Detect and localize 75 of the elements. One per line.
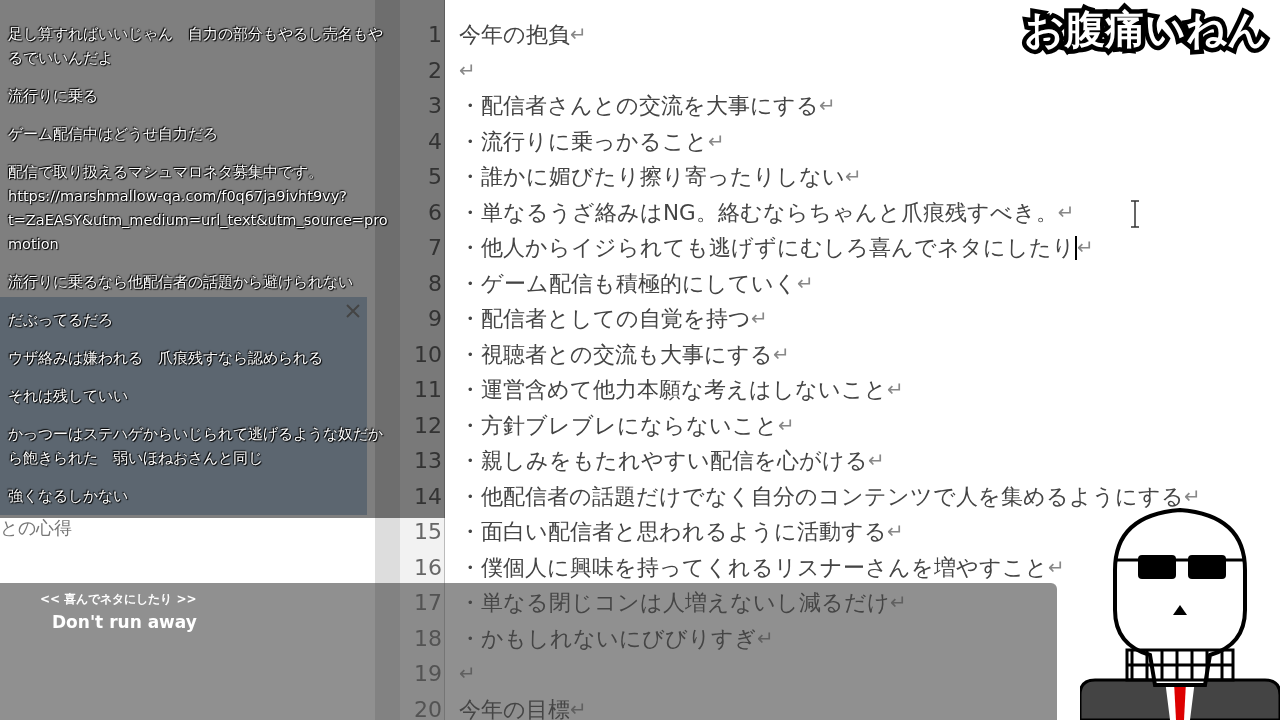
editor-line-text: ・配信者としての自覚を持つ [459, 305, 751, 333]
line-number: 10 [413, 340, 443, 369]
return-mark: ↵ [570, 695, 587, 720]
line-number: 16 [413, 553, 443, 582]
line-number: 14 [413, 482, 443, 511]
return-mark: ↵ [887, 376, 904, 403]
editor-line-text: ・他人からイジられても逃げずにむしろ喜んでネタにしたり [459, 234, 1075, 262]
editor-line-text: ・方針ブレブレにならないこと [459, 411, 778, 440]
editor-line-text: 今年の目標 [459, 695, 570, 720]
line-number: 6 [427, 198, 443, 227]
return-mark: ↵ [819, 92, 836, 119]
chat-message: 配信で取り扱えるマシュマロネタ募集中です。https://marshmallow-qa.com/f0q67ja9ivht9vy?t=ZaEASY&utm_medium=url_text&utm_source=promotion [8, 163, 389, 254]
chat-message: 流行りに乗るなら他配信者の話題から避けられない [8, 273, 353, 292]
line-number: 2 [427, 56, 443, 85]
line-number: 3 [427, 92, 443, 120]
stream-title: お腹痛いねん [1024, 2, 1268, 57]
editor-line-text: ・僕個人に興味を持ってくれるリスナーさんを増やすこと [459, 553, 1048, 582]
line-number: 1 [427, 21, 443, 49]
line-number: 5 [427, 163, 443, 191]
return-mark: ↵ [890, 589, 907, 616]
line-number: 8 [427, 269, 443, 298]
chat-message: かっつーはステハゲからいじられて逃げるような奴だから飽きられた 弱いほねおさんと同じ [8, 425, 384, 468]
chat-message: それは残していい [8, 387, 128, 406]
return-mark: ↵ [708, 127, 725, 155]
editor-line-text: ・他配信者の話題だけでなく自分のコンテンツで人を集めるようにする [459, 482, 1184, 511]
line-number: 18 [413, 624, 443, 653]
chat-message: ウザ絡みは嫌われる 爪痕残すなら認められる [8, 349, 323, 368]
line-number: 15 [413, 518, 443, 546]
return-mark: ↵ [757, 624, 774, 652]
editor-line-text: ・視聴者との交流も大事にする [459, 340, 773, 369]
editor-line-text: ・運営含めて他力本願な考えはしないこと [459, 376, 887, 404]
chat-message: 流行りに乗る [8, 87, 98, 106]
editor-line-text: ・面白い配信者と思われるように活動する [459, 518, 887, 546]
editor-line-text: ・誰かに媚びたり擦り寄ったりしない [459, 163, 845, 191]
list-text: との心得 [0, 516, 72, 540]
return-mark: ↵ [751, 305, 768, 332]
return-mark: ↵ [887, 518, 904, 545]
return-mark: ↵ [1184, 482, 1201, 510]
editor-line-text: ・かもしれないにびびりすぎ [459, 624, 757, 653]
line-number: 4 [427, 127, 443, 156]
chat-message: だぶってるだろ [8, 311, 113, 330]
return-mark: ↵ [868, 447, 885, 474]
line-number: 20 [413, 695, 443, 720]
subtitle-source: << 喜んでネタにしたり >> [40, 591, 197, 608]
return-mark: ↵ [773, 340, 790, 368]
editor-line-text: ・流行りに乗っかること [459, 127, 708, 156]
return-mark: ↵ [845, 163, 862, 190]
chat-message: 足し算すればいいじゃん 自力の部分もやるし売名もやるでいいんだよ [8, 25, 384, 68]
chat-message: 強くなるしかない [8, 487, 128, 506]
return-mark: ↵ [1048, 553, 1065, 581]
line-number: 13 [413, 447, 443, 475]
return-mark: ↵ [1057, 198, 1075, 226]
editor-line-text: 今年の抱負 [459, 21, 570, 49]
line-number: 19 [413, 660, 443, 688]
text-cursor-icon [1129, 200, 1141, 228]
return-mark: ↵ [570, 21, 587, 48]
line-number: 9 [427, 305, 443, 333]
editor-line-text: ・親しみをもたれやすい配信を心がける [459, 447, 868, 475]
return-mark: ↵ [1077, 234, 1094, 261]
editor-line-text: ・ゲーム配信も積極的にしていく [459, 269, 797, 298]
chat-message: ゲーム配信中はどうせ自力だろ [8, 125, 218, 144]
line-number: 7 [427, 234, 443, 262]
editor-line-text: ・単なるうざ絡みはNG。絡むならちゃんと爪痕残すべき。 [459, 198, 1058, 227]
line-number: 11 [413, 376, 443, 404]
return-mark: ↵ [778, 411, 795, 439]
return-mark: ↵ [797, 269, 814, 297]
editor-line-text: ・単なる閉じコンは人増えないし減るだけ [459, 589, 890, 617]
text-caret [1075, 235, 1077, 260]
line-number: 12 [413, 411, 443, 440]
return-mark: ↵ [459, 56, 476, 84]
line-number: 17 [413, 589, 443, 617]
editor-line-text: ・配信者さんとの交流を大事にする [459, 92, 819, 120]
close-icon[interactable] [345, 303, 361, 319]
subtitle-translation: Don't run away [52, 612, 197, 632]
return-mark: ↵ [459, 660, 476, 687]
